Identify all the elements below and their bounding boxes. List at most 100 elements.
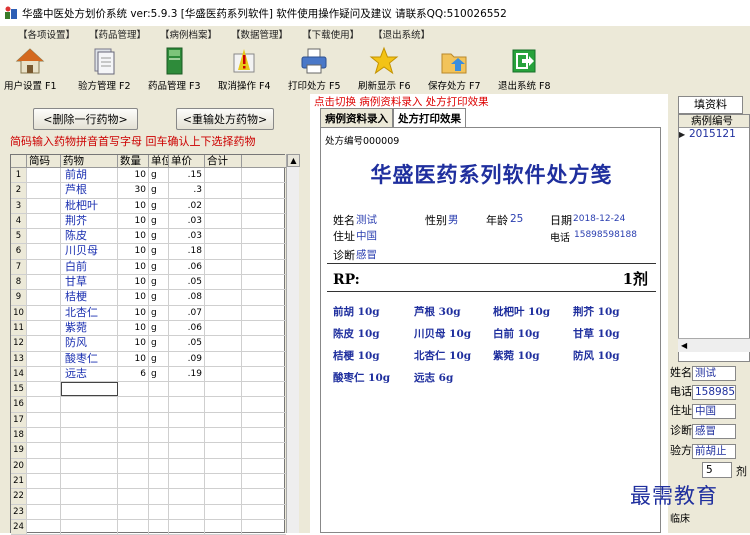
cell-drug[interactable]: 白前 <box>61 259 118 275</box>
table-row[interactable]: 16 <box>11 397 286 413</box>
cell-total[interactable] <box>205 366 242 382</box>
cell-code[interactable] <box>27 382 61 397</box>
table-row[interactable]: 23 <box>11 504 286 520</box>
formula-manage-button[interactable]: 验方管理 F2 <box>78 46 131 92</box>
cell-price[interactable]: .03 <box>169 229 205 244</box>
table-row[interactable]: 20 <box>11 458 286 474</box>
cell-code[interactable] <box>27 168 61 183</box>
cell-total[interactable] <box>205 489 242 504</box>
cell-unit[interactable]: g <box>149 244 169 259</box>
cell-drug[interactable]: 北杏仁 <box>61 305 118 320</box>
cell-unit[interactable] <box>149 412 169 428</box>
cell-unit[interactable]: g <box>149 168 169 183</box>
exit-system-button[interactable]: 退出系统 F8 <box>498 46 551 92</box>
cell-unit[interactable] <box>149 489 169 504</box>
cell-code[interactable] <box>27 229 61 244</box>
cell-code[interactable] <box>27 473 61 489</box>
cell-code[interactable] <box>27 198 61 213</box>
reenter-drugs-button[interactable]: <重输处方药物> <box>176 108 274 130</box>
print-prescription-button[interactable]: 打印处方 F5 <box>288 46 341 92</box>
cell-qty[interactable]: 10 <box>118 198 149 213</box>
cell-price[interactable]: .18 <box>169 244 205 259</box>
cell-price[interactable]: .03 <box>169 213 205 229</box>
cell-qty[interactable] <box>118 519 149 535</box>
cell-price[interactable]: .06 <box>169 320 205 336</box>
cell-price[interactable]: .3 <box>169 183 205 198</box>
cell-code[interactable] <box>27 320 61 336</box>
cell-total[interactable] <box>205 305 242 320</box>
cell-code[interactable] <box>27 259 61 275</box>
cell-total[interactable] <box>205 351 242 366</box>
table-row[interactable]: 9 桔梗 10 g .08 <box>11 290 286 306</box>
cell-total[interactable] <box>205 382 242 397</box>
cell-unit[interactable] <box>149 443 169 458</box>
cell-drug[interactable] <box>61 412 118 428</box>
cell-code[interactable] <box>27 443 61 458</box>
save-prescription-button[interactable]: 保存处方 F7 <box>428 46 481 92</box>
cell-price[interactable] <box>169 412 205 428</box>
cell-qty[interactable] <box>118 504 149 519</box>
cell-price[interactable] <box>169 489 205 504</box>
scroll-up-icon[interactable]: ▲ <box>287 154 300 167</box>
cell-unit[interactable]: g <box>149 198 169 213</box>
right-address-input[interactable]: 中国 <box>692 403 736 419</box>
cell-qty[interactable]: 10 <box>118 244 149 259</box>
table-row[interactable]: 7 白前 10 g .06 <box>11 259 286 276</box>
table-row[interactable]: 14 远志 6 g .19 <box>11 366 286 383</box>
tab-record-entry[interactable]: 病例资料录入 <box>320 108 393 128</box>
right-name-input[interactable]: 测试 <box>692 365 736 381</box>
cell-qty[interactable]: 10 <box>118 336 149 351</box>
cell-total[interactable] <box>205 458 242 473</box>
cell-code[interactable] <box>27 366 61 382</box>
cell-unit[interactable]: g <box>149 229 169 244</box>
cell-qty[interactable]: 10 <box>118 259 149 275</box>
cell-total[interactable] <box>205 320 242 336</box>
cell-qty[interactable] <box>118 458 149 473</box>
cell-price[interactable]: .05 <box>169 336 205 351</box>
cell-price[interactable] <box>169 458 205 473</box>
cell-total[interactable] <box>205 397 242 412</box>
cell-total[interactable] <box>205 168 242 183</box>
cell-price[interactable]: .07 <box>169 305 205 320</box>
cell-qty[interactable]: 10 <box>118 320 149 336</box>
cell-drug[interactable] <box>61 489 118 504</box>
cell-drug[interactable]: 枇杷叶 <box>61 198 118 213</box>
table-row[interactable]: 4 荆芥 10 g .03 <box>11 213 286 230</box>
cell-qty[interactable]: 30 <box>118 183 149 198</box>
cell-total[interactable] <box>205 275 242 290</box>
cell-drug[interactable]: 远志 <box>61 366 118 382</box>
cell-price[interactable]: .15 <box>169 168 205 183</box>
cell-price[interactable] <box>169 519 205 535</box>
cell-drug[interactable]: 甘草 <box>61 275 118 290</box>
cell-qty[interactable]: 6 <box>118 366 149 382</box>
cell-total[interactable] <box>205 183 242 198</box>
cell-drug[interactable]: 桔梗 <box>61 290 118 305</box>
cell-total[interactable] <box>205 259 242 275</box>
cell-code[interactable] <box>27 428 61 443</box>
cell-price[interactable]: .08 <box>169 290 205 305</box>
cell-drug[interactable]: 陈皮 <box>61 229 118 244</box>
cell-unit[interactable] <box>149 382 169 397</box>
cell-drug[interactable]: 紫菀 <box>61 320 118 336</box>
cell-total[interactable] <box>205 473 242 489</box>
cell-code[interactable] <box>27 244 61 259</box>
cell-drug[interactable] <box>61 519 118 535</box>
cell-total[interactable] <box>205 412 242 428</box>
cell-price[interactable]: .19 <box>169 366 205 382</box>
right-diagnosis-input[interactable]: 感冒 <box>692 423 736 439</box>
cell-unit[interactable]: g <box>149 305 169 320</box>
cell-price[interactable] <box>169 397 205 412</box>
cancel-operation-button[interactable]: 取消操作 F4 <box>218 46 271 92</box>
cell-price[interactable] <box>169 428 205 443</box>
cell-total[interactable] <box>205 244 242 259</box>
cell-unit[interactable] <box>149 504 169 519</box>
cell-code[interactable] <box>27 305 61 320</box>
cell-qty[interactable]: 10 <box>118 275 149 290</box>
cell-total[interactable] <box>205 229 242 244</box>
cell-price[interactable] <box>169 473 205 489</box>
cell-price[interactable] <box>169 382 205 397</box>
cell-unit[interactable]: g <box>149 290 169 305</box>
cell-drug[interactable]: 酸枣仁 <box>61 351 118 366</box>
cell-unit[interactable]: g <box>149 275 169 290</box>
cell-unit[interactable] <box>149 519 169 535</box>
